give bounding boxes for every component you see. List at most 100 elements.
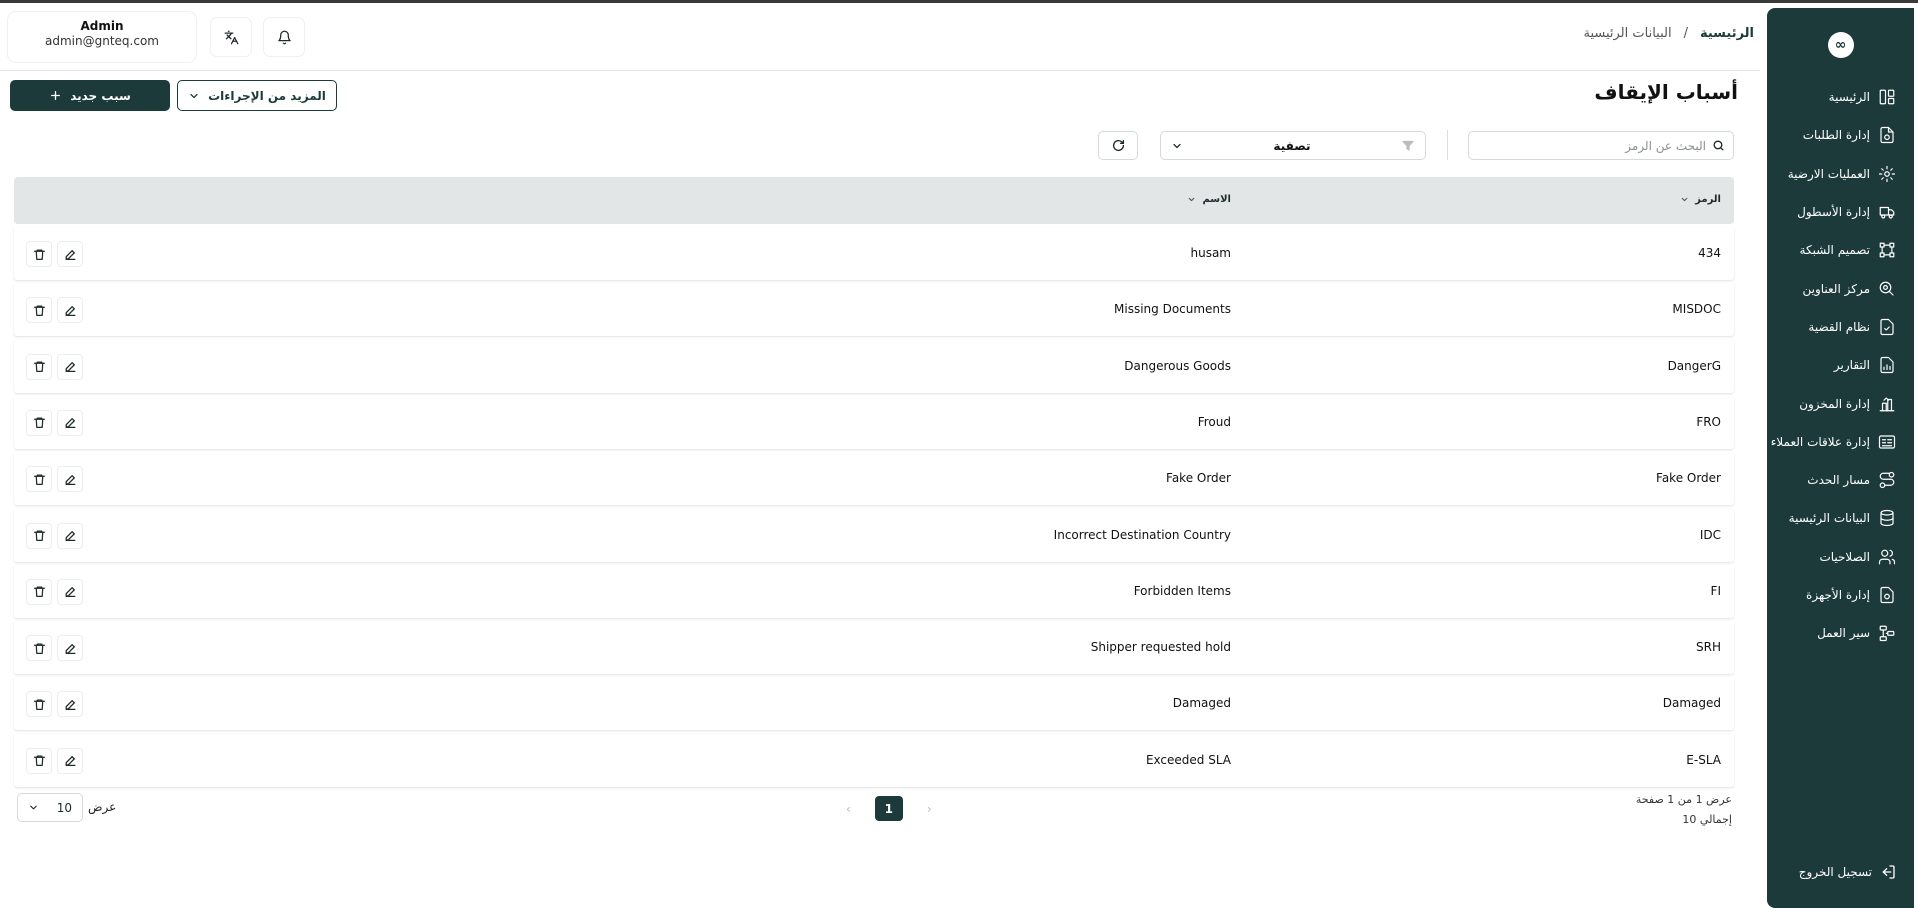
table-row[interactable]: IDC Incorrect Destination Country	[14, 508, 1734, 562]
trash-icon	[33, 755, 45, 767]
edit-button[interactable]	[57, 297, 83, 324]
chevron-down-icon	[190, 93, 198, 98]
breadcrumb-current[interactable]: البيانات الرئيسية	[1583, 26, 1671, 41]
cell-code: E-SLA	[1686, 752, 1721, 767]
logout-button[interactable]: تسجيل الخروج	[1767, 864, 1914, 880]
delete-button[interactable]	[26, 578, 52, 605]
table-row[interactable]: Damaged Damaged	[14, 677, 1734, 731]
cell-name: Incorrect Destination Country	[1053, 527, 1231, 542]
edit-button[interactable]	[57, 241, 83, 267]
header-divider	[0, 70, 1760, 71]
delete-button[interactable]	[26, 635, 52, 662]
next-page-button[interactable]: ›	[927, 802, 932, 816]
notifications-button[interactable]	[264, 18, 304, 56]
table-row[interactable]: 434 husam	[14, 227, 1734, 280]
pencil-icon	[65, 474, 75, 485]
sidebar-item-users[interactable]: الصلاحيات	[1767, 538, 1914, 576]
app-logo[interactable]: ∞	[1827, 32, 1854, 58]
delete-button[interactable]	[26, 466, 52, 493]
table-row[interactable]: SRH Shipper requested hold	[14, 621, 1734, 675]
filter-label: تصفية	[1273, 138, 1311, 153]
new-reason-button[interactable]: سبب جديد	[10, 80, 170, 111]
delete-button[interactable]	[26, 409, 52, 436]
cell-code: FI	[1710, 583, 1721, 598]
search-input[interactable]	[1486, 138, 1706, 153]
edit-button[interactable]	[57, 578, 83, 605]
edit-button[interactable]	[57, 522, 83, 549]
cell-name: husam	[1190, 246, 1231, 260]
table-row[interactable]: MISDOC Missing Documents	[14, 283, 1734, 337]
edit-button[interactable]	[57, 353, 83, 380]
pagination-info: عرض 1 من 1 صفحة إجمالي 10	[1636, 790, 1732, 830]
cell-name: Missing Documents	[1114, 302, 1231, 317]
sidebar-item-crm[interactable]: إدارة علاقات العملاء	[1767, 423, 1914, 461]
table-row[interactable]: FRO Froud	[14, 395, 1734, 449]
table-row[interactable]: Fake Order Fake Order	[14, 452, 1734, 506]
page-number-button[interactable]: 1	[874, 796, 903, 821]
sidebar-item-label: إدارة الأجهزة	[1806, 588, 1870, 602]
page-info: عرض 1 من 1 صفحة	[1635, 793, 1732, 806]
sidebar-item-label: العمليات الارضية	[1787, 166, 1870, 181]
refresh-icon	[1112, 139, 1124, 152]
delete-button[interactable]	[26, 297, 52, 324]
sidebar-item-event-route[interactable]: مسار الحدث	[1767, 461, 1914, 499]
devices-icon	[1880, 586, 1894, 604]
sidebar-item-database[interactable]: البيانات الرئيسية	[1767, 499, 1914, 537]
sidebar-item-workflow[interactable]: سير العمل	[1767, 614, 1914, 652]
column-header-code[interactable]: الرمز	[1680, 194, 1721, 205]
delete-button[interactable]	[26, 241, 52, 267]
sidebar-item-truck[interactable]: إدارة الأسطول	[1767, 193, 1914, 231]
sidebar-item-orders[interactable]: إدارة الطلبات	[1767, 116, 1914, 154]
edit-button[interactable]	[57, 466, 83, 493]
table-row[interactable]: E-SLA Exceeded SLA	[14, 733, 1734, 787]
more-actions-button[interactable]: المزيد من الإجراءات	[177, 80, 337, 111]
refresh-button[interactable]	[1098, 131, 1138, 160]
table-row[interactable]: DangerG Dangerous Goods	[14, 339, 1734, 393]
filter-dropdown[interactable]: تصفية	[1160, 131, 1426, 160]
cell-name: Damaged	[1172, 696, 1231, 711]
cell-name: Fake Order	[1166, 471, 1231, 486]
column-header-name[interactable]: الاسم	[1187, 194, 1231, 205]
pencil-icon	[65, 362, 75, 373]
address-icon	[1879, 281, 1894, 296]
bell-icon	[277, 30, 291, 44]
search-field[interactable]	[1468, 131, 1734, 160]
language-button[interactable]	[211, 18, 251, 56]
sidebar-item-reports[interactable]: التقارير	[1767, 346, 1914, 384]
sidebar-item-devices[interactable]: إدارة الأجهزة	[1767, 576, 1914, 614]
trash-icon	[33, 699, 45, 710]
event-route-icon	[1879, 472, 1895, 489]
prev-page-button[interactable]: ‹	[846, 802, 851, 816]
table-row[interactable]: FI Forbidden Items	[14, 564, 1734, 618]
edit-button[interactable]	[57, 635, 83, 662]
sidebar-item-ground-ops[interactable]: العمليات الارضية	[1767, 155, 1914, 193]
pencil-icon	[65, 699, 75, 710]
sidebar-item-label: البيانات الرئيسية	[1788, 511, 1870, 526]
cell-code: IDC	[1699, 527, 1721, 542]
breadcrumb-home[interactable]: الرئيسية	[1700, 26, 1754, 41]
pencil-icon	[65, 587, 75, 598]
sidebar-item-label: التقارير	[1833, 358, 1870, 373]
sidebar-item-dashboard[interactable]: الرئيسية	[1767, 78, 1914, 116]
plus-icon	[51, 91, 61, 100]
edit-button[interactable]	[57, 409, 83, 436]
edit-button[interactable]	[57, 747, 83, 774]
sidebar-item-address[interactable]: مركز العناوين	[1767, 269, 1914, 307]
per-page-select[interactable]: 10	[17, 793, 83, 822]
sidebar-item-network[interactable]: تصميم الشبكة	[1767, 231, 1914, 269]
delete-button[interactable]	[26, 691, 52, 718]
chevron-down-icon	[30, 805, 37, 810]
edit-button[interactable]	[57, 691, 83, 718]
sidebar-item-label: إدارة المخزون	[1799, 396, 1870, 411]
per-page-value: 10	[56, 800, 72, 815]
sidebar-item-label: سير العمل	[1817, 626, 1870, 641]
delete-button[interactable]	[26, 353, 52, 380]
user-profile[interactable]: Admin admin@gnteq.com	[8, 12, 196, 62]
delete-button[interactable]	[26, 522, 52, 549]
dashboard-icon	[1879, 89, 1895, 105]
table-header: الرمز الاسم	[14, 177, 1734, 224]
sidebar-item-inventory[interactable]: إدارة المخزون	[1767, 384, 1914, 422]
sidebar-item-label: نظام القضية	[1808, 319, 1870, 334]
sidebar-item-case[interactable]: نظام القضية	[1767, 308, 1914, 346]
delete-button[interactable]	[26, 747, 52, 774]
